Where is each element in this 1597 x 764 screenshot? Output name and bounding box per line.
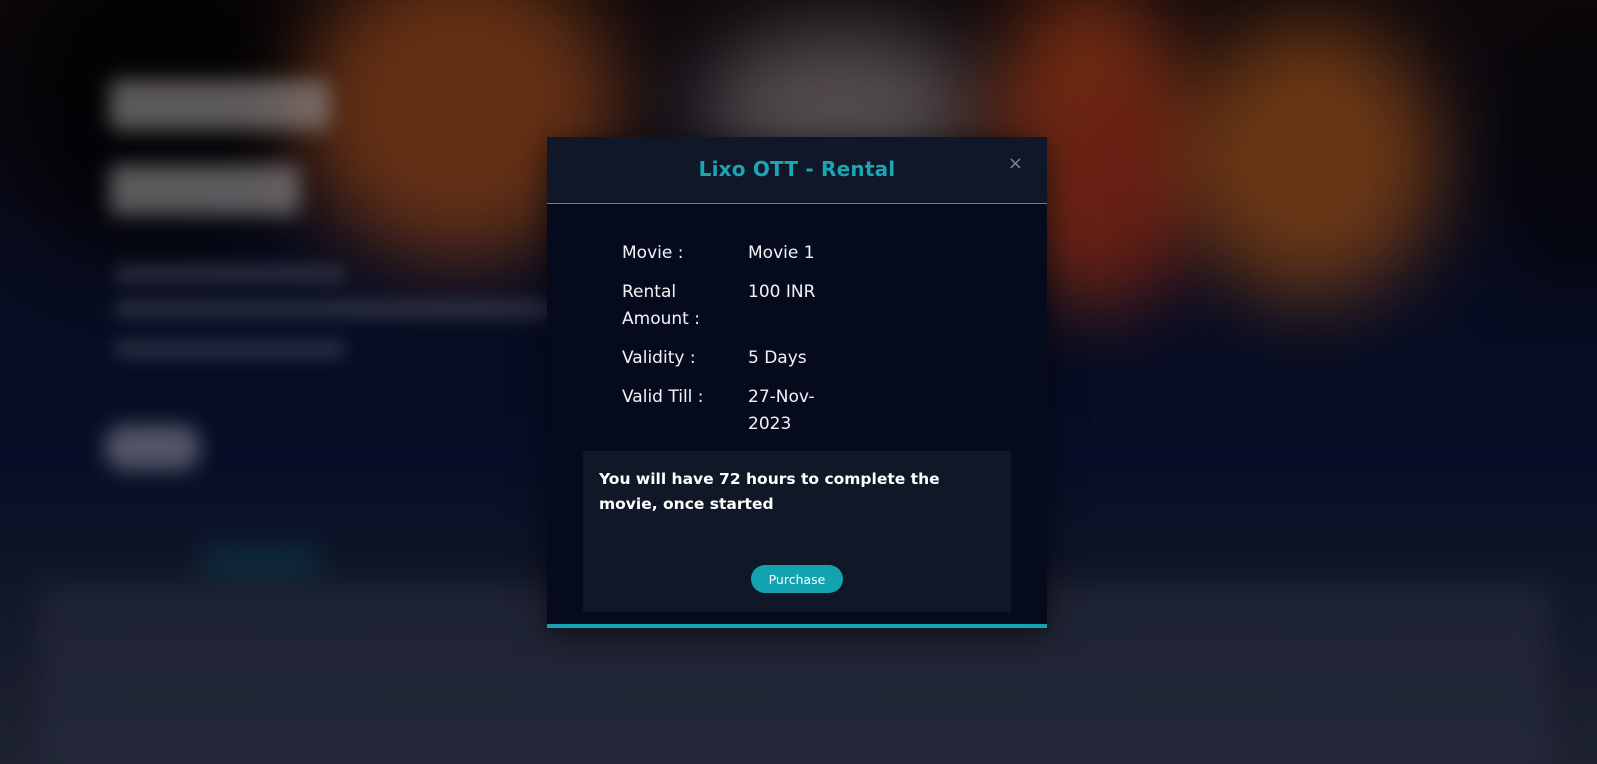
modal-title: Lixo OTT - Rental	[698, 157, 896, 181]
purchase-button[interactable]: Purchase	[751, 565, 843, 593]
detail-label: Valid Till :	[622, 387, 704, 407]
detail-value: Movie 1	[748, 243, 815, 263]
detail-row-validity: Validity : 5 Days	[622, 345, 922, 372]
close-icon[interactable]: ×	[1008, 155, 1023, 173]
modal-header: Lixo OTT - Rental ×	[547, 137, 1047, 204]
modal-footer-accent	[547, 624, 1047, 628]
detail-label: Movie :	[622, 243, 684, 263]
detail-value: 100 INR	[748, 282, 816, 302]
notice-text: You will have 72 hours to complete the m…	[599, 470, 940, 513]
detail-row-rental-amount: Rental Amount : 100 INR	[622, 279, 922, 333]
detail-label: Rental Amount :	[622, 282, 700, 329]
rental-modal: Lixo OTT - Rental × Movie : Movie 1 Rent…	[547, 137, 1047, 628]
detail-value: 5 Days	[748, 348, 807, 368]
detail-row-valid-till: Valid Till : 27-Nov-2023	[622, 384, 922, 438]
detail-row-movie: Movie : Movie 1	[622, 240, 922, 267]
detail-label: Validity :	[622, 348, 696, 368]
rental-notice: You will have 72 hours to complete the m…	[583, 451, 1011, 612]
rental-details: Movie : Movie 1 Rental Amount : 100 INR …	[622, 240, 922, 450]
detail-value: 27-Nov-2023	[748, 387, 815, 434]
